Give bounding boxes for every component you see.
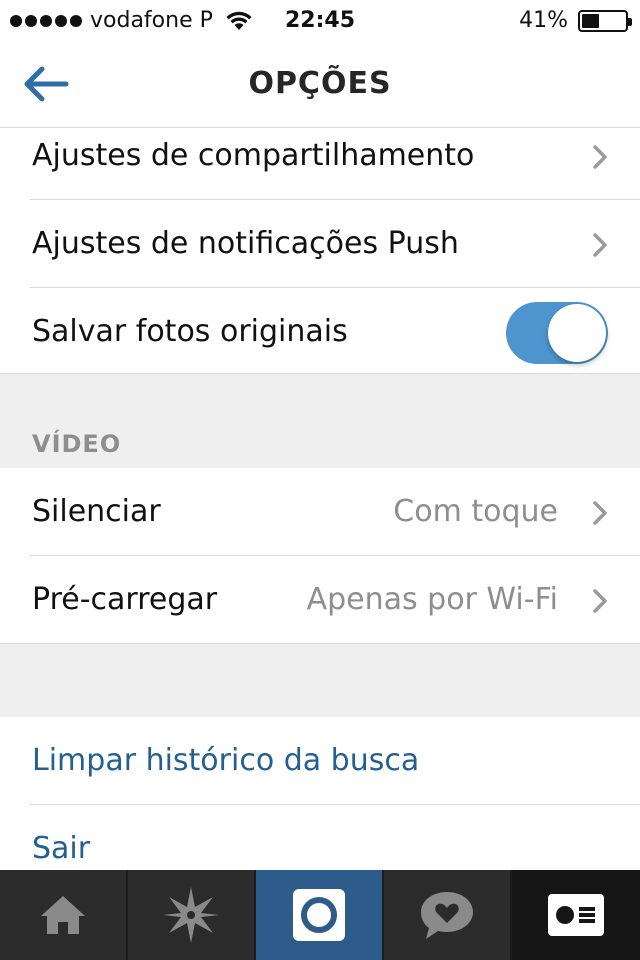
row-sharing-settings[interactable]: Ajustes de compartilhamento — [0, 128, 640, 200]
tab-home[interactable] — [0, 870, 128, 960]
row-label: Salvar fotos originais — [32, 314, 348, 349]
row-value: Apenas por Wi-Fi — [306, 582, 558, 617]
tab-profile[interactable] — [512, 870, 640, 960]
video-section-gap: VÍDEO — [0, 373, 640, 469]
chevron-right-icon — [593, 233, 607, 257]
section-header-video: VÍDEO — [32, 430, 122, 458]
tab-camera[interactable] — [256, 870, 384, 960]
row-clear-search-history[interactable]: Limpar histórico da busca — [0, 717, 640, 805]
row-push-notifications[interactable]: Ajustes de notificações Push — [0, 200, 640, 288]
row-save-original-photos: Salvar fotos originais — [0, 288, 640, 376]
row-label: Silenciar — [32, 494, 161, 529]
row-label: Pré-carregar — [32, 582, 218, 617]
battery-fill — [582, 13, 599, 28]
actions-section-gap — [0, 643, 640, 718]
tab-explore[interactable] — [128, 870, 256, 960]
navigation-bar: OPÇÕES — [0, 40, 640, 128]
row-value: Com toque — [393, 494, 558, 529]
battery-icon — [578, 9, 632, 32]
chevron-right-icon — [593, 501, 607, 525]
battery-percent: 41% — [519, 8, 568, 33]
row-preload[interactable]: Pré-carregar Apenas por Wi-Fi — [0, 556, 640, 644]
settings-list[interactable]: Ajustes de compartilhamento Ajustes de n… — [0, 128, 640, 870]
row-label: Ajustes de notificações Push — [32, 226, 459, 261]
row-logout[interactable]: Sair — [0, 805, 640, 870]
save-photos-toggle[interactable] — [506, 302, 608, 364]
status-bar: vodafone P 22:45 41% — [0, 0, 640, 40]
toggle-knob — [548, 304, 606, 362]
chevron-right-icon — [593, 589, 607, 613]
explore-star-icon — [163, 887, 219, 943]
tab-bar — [0, 870, 640, 960]
profile-card-icon — [548, 894, 604, 936]
logout-link[interactable]: Sair — [32, 805, 90, 870]
clear-search-history-link[interactable]: Limpar histórico da busca — [32, 717, 419, 805]
activity-heart-icon — [421, 892, 473, 939]
chevron-right-icon — [593, 145, 607, 169]
tab-activity[interactable] — [384, 870, 512, 960]
row-label: Ajustes de compartilhamento — [32, 138, 475, 173]
row-mute[interactable]: Silenciar Com toque — [0, 468, 640, 556]
camera-icon — [293, 889, 345, 941]
home-icon — [41, 896, 85, 934]
battery-status: 41% — [519, 8, 632, 33]
page-title: OPÇÕES — [248, 66, 392, 101]
